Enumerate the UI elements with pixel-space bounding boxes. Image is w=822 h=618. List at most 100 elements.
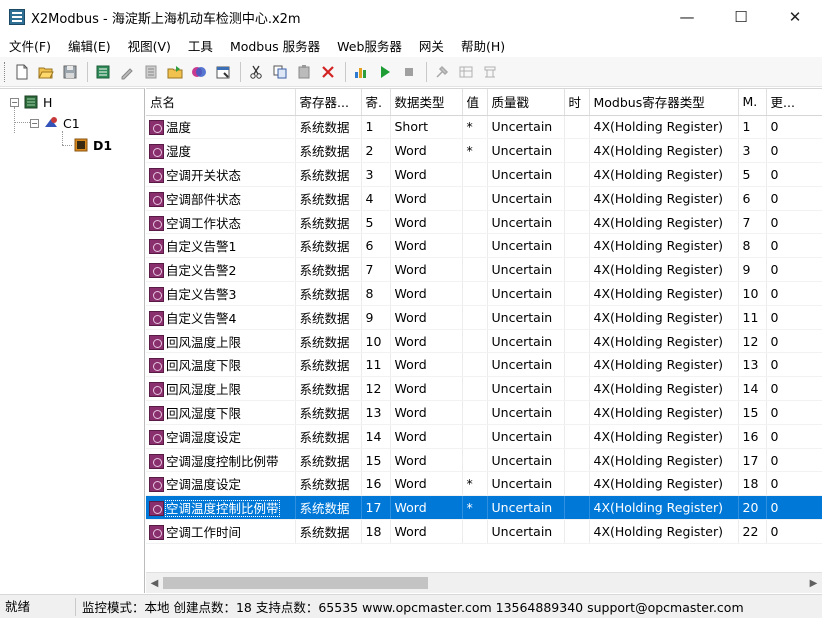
cell-data-type[interactable]: Word xyxy=(390,281,463,306)
cell-time[interactable] xyxy=(564,495,590,521)
cell-value[interactable] xyxy=(462,186,488,211)
cell-name[interactable]: 温度 xyxy=(146,115,296,140)
horizontal-scrollbar[interactable]: ◀ ▶ xyxy=(146,572,822,593)
cell-modbus-type[interactable]: 4X(Holding Register) xyxy=(589,162,739,187)
cell-modbus-type[interactable]: 4X(Holding Register) xyxy=(589,424,739,449)
cut-button[interactable] xyxy=(245,61,267,83)
tool-button[interactable] xyxy=(431,61,453,83)
cell-quality[interactable]: Uncertain xyxy=(487,400,565,425)
scroll-left-button[interactable]: ◀ xyxy=(146,573,163,593)
cell-modbus-address[interactable]: 6 xyxy=(738,186,767,211)
cell-register-group[interactable]: 系统数据 xyxy=(295,233,362,259)
cell-time[interactable] xyxy=(564,519,590,544)
cell-quality[interactable]: Uncertain xyxy=(487,329,565,354)
cell-name[interactable]: 自定义告警1 xyxy=(146,233,296,259)
cell-quality[interactable]: Uncertain xyxy=(487,305,565,330)
cell-modbus-type[interactable]: 4X(Holding Register) xyxy=(589,471,739,497)
cell-register[interactable]: 8 xyxy=(361,281,391,306)
column-header-time[interactable]: 时 xyxy=(564,89,590,116)
cell-time[interactable] xyxy=(564,138,590,164)
cell-quality[interactable]: Uncertain xyxy=(487,115,565,140)
cell-value[interactable]: * xyxy=(462,471,488,497)
menu-gateway[interactable]: 网关 xyxy=(410,36,452,55)
cell-quality[interactable]: Uncertain xyxy=(487,257,565,283)
collapse-icon[interactable]: − xyxy=(10,97,19,107)
delete-button[interactable] xyxy=(317,61,339,83)
cell-register-group[interactable]: 系统数据 xyxy=(295,305,362,330)
cell-register[interactable]: 12 xyxy=(361,376,391,402)
cell-name[interactable]: 空调温度控制比例带 xyxy=(146,495,296,521)
cell-quality[interactable]: Uncertain xyxy=(487,424,565,449)
web-button[interactable] xyxy=(455,61,477,83)
cell-quality[interactable]: Uncertain xyxy=(487,162,565,187)
cell-register[interactable]: 1 xyxy=(361,115,391,140)
cell-quality[interactable]: Uncertain xyxy=(487,210,565,235)
column-header-register-group[interactable]: 寄存器... xyxy=(295,89,362,116)
cell-name[interactable]: 湿度 xyxy=(146,138,296,164)
paste-button[interactable] xyxy=(293,61,315,83)
cell-modbus-address[interactable]: 14 xyxy=(738,376,767,402)
cell-data-type[interactable]: Word xyxy=(390,257,463,283)
cell-modbus-type[interactable]: 4X(Holding Register) xyxy=(589,352,739,378)
cell-modbus-address[interactable]: 11 xyxy=(738,305,767,330)
column-header-modbus-type[interactable]: Modbus寄存器类型 xyxy=(589,89,739,116)
cell-register[interactable]: 7 xyxy=(361,257,391,283)
cell-modbus-address[interactable]: 15 xyxy=(738,400,767,425)
cell-update[interactable]: 0 xyxy=(766,329,822,354)
cell-value[interactable] xyxy=(462,400,488,425)
cell-register-group[interactable]: 系统数据 xyxy=(295,186,362,211)
cell-update[interactable]: 0 xyxy=(766,448,822,473)
cell-data-type[interactable]: Word xyxy=(390,186,463,211)
cell-data-type[interactable]: Word xyxy=(390,448,463,473)
cell-name[interactable]: 空调温度设定 xyxy=(146,471,296,497)
menu-modbus-server[interactable]: Modbus 服务器 xyxy=(221,36,328,55)
table-row[interactable]: 空调开关状态 系统数据 3 Word Uncertain 4X(Holding Regis… xyxy=(146,162,822,187)
cell-modbus-address[interactable]: 18 xyxy=(738,471,767,497)
table-row[interactable]: 回风温度下限 系统数据 11 Word Uncertain 4X(Holding Regi… xyxy=(146,352,822,378)
table-row[interactable]: 湿度 系统数据 2 Word * Uncertain 4X(Holding Register… xyxy=(146,138,822,164)
cell-quality[interactable]: Uncertain xyxy=(487,138,565,164)
open-tag-button[interactable] xyxy=(164,61,186,83)
cell-modbus-address[interactable]: 9 xyxy=(738,257,767,283)
menu-edit[interactable]: 编辑(E) xyxy=(59,36,119,55)
cell-value[interactable]: * xyxy=(462,495,488,521)
cell-modbus-address[interactable]: 3 xyxy=(738,138,767,164)
cell-modbus-address[interactable]: 22 xyxy=(738,519,767,544)
cell-register[interactable]: 6 xyxy=(361,233,391,259)
table-row[interactable]: 自定义告警2 系统数据 7 Word Uncertain 4X(Holding Regis… xyxy=(146,257,822,283)
cell-register[interactable]: 5 xyxy=(361,210,391,235)
maximize-button[interactable]: ☐ xyxy=(714,0,768,34)
cell-data-type[interactable]: Short xyxy=(390,115,463,140)
cell-time[interactable] xyxy=(564,329,590,354)
cell-update[interactable]: 0 xyxy=(766,471,822,497)
cell-name[interactable]: 自定义告警3 xyxy=(146,281,296,306)
cell-quality[interactable]: Uncertain xyxy=(487,519,565,544)
cell-modbus-type[interactable]: 4X(Holding Register) xyxy=(589,210,739,235)
cell-name[interactable]: 空调湿度设定 xyxy=(146,424,296,449)
cell-name[interactable]: 空调湿度控制比例带 xyxy=(146,448,296,473)
cell-update[interactable]: 0 xyxy=(766,162,822,187)
tree-node-root[interactable]: − H xyxy=(10,92,52,112)
cell-quality[interactable]: Uncertain xyxy=(487,186,565,211)
cell-data-type[interactable]: Word xyxy=(390,471,463,497)
cell-update[interactable]: 0 xyxy=(766,186,822,211)
cell-value[interactable] xyxy=(462,448,488,473)
cell-quality[interactable]: Uncertain xyxy=(487,495,565,521)
cell-modbus-address[interactable]: 5 xyxy=(738,162,767,187)
menu-tools[interactable]: 工具 xyxy=(179,36,221,55)
cell-register-group[interactable]: 系统数据 xyxy=(295,115,362,140)
new-file-button[interactable] xyxy=(11,61,33,83)
column-header-update[interactable]: 更... xyxy=(766,89,822,116)
table-row[interactable]: 自定义告警4 系统数据 9 Word Uncertain 4X(Holding Regis… xyxy=(146,305,822,330)
cell-modbus-address[interactable]: 16 xyxy=(738,424,767,449)
cell-update[interactable]: 0 xyxy=(766,352,822,378)
cell-time[interactable] xyxy=(564,210,590,235)
cell-value[interactable] xyxy=(462,376,488,402)
column-header-register[interactable]: 寄. xyxy=(361,89,391,116)
add-device-button[interactable] xyxy=(116,61,138,83)
scrollbar-thumb[interactable] xyxy=(163,577,428,589)
cell-modbus-type[interactable]: 4X(Holding Register) xyxy=(589,448,739,473)
cell-update[interactable]: 0 xyxy=(766,519,822,544)
open-folder-button[interactable] xyxy=(35,61,57,83)
column-header-modbus-address[interactable]: M. xyxy=(738,89,767,116)
